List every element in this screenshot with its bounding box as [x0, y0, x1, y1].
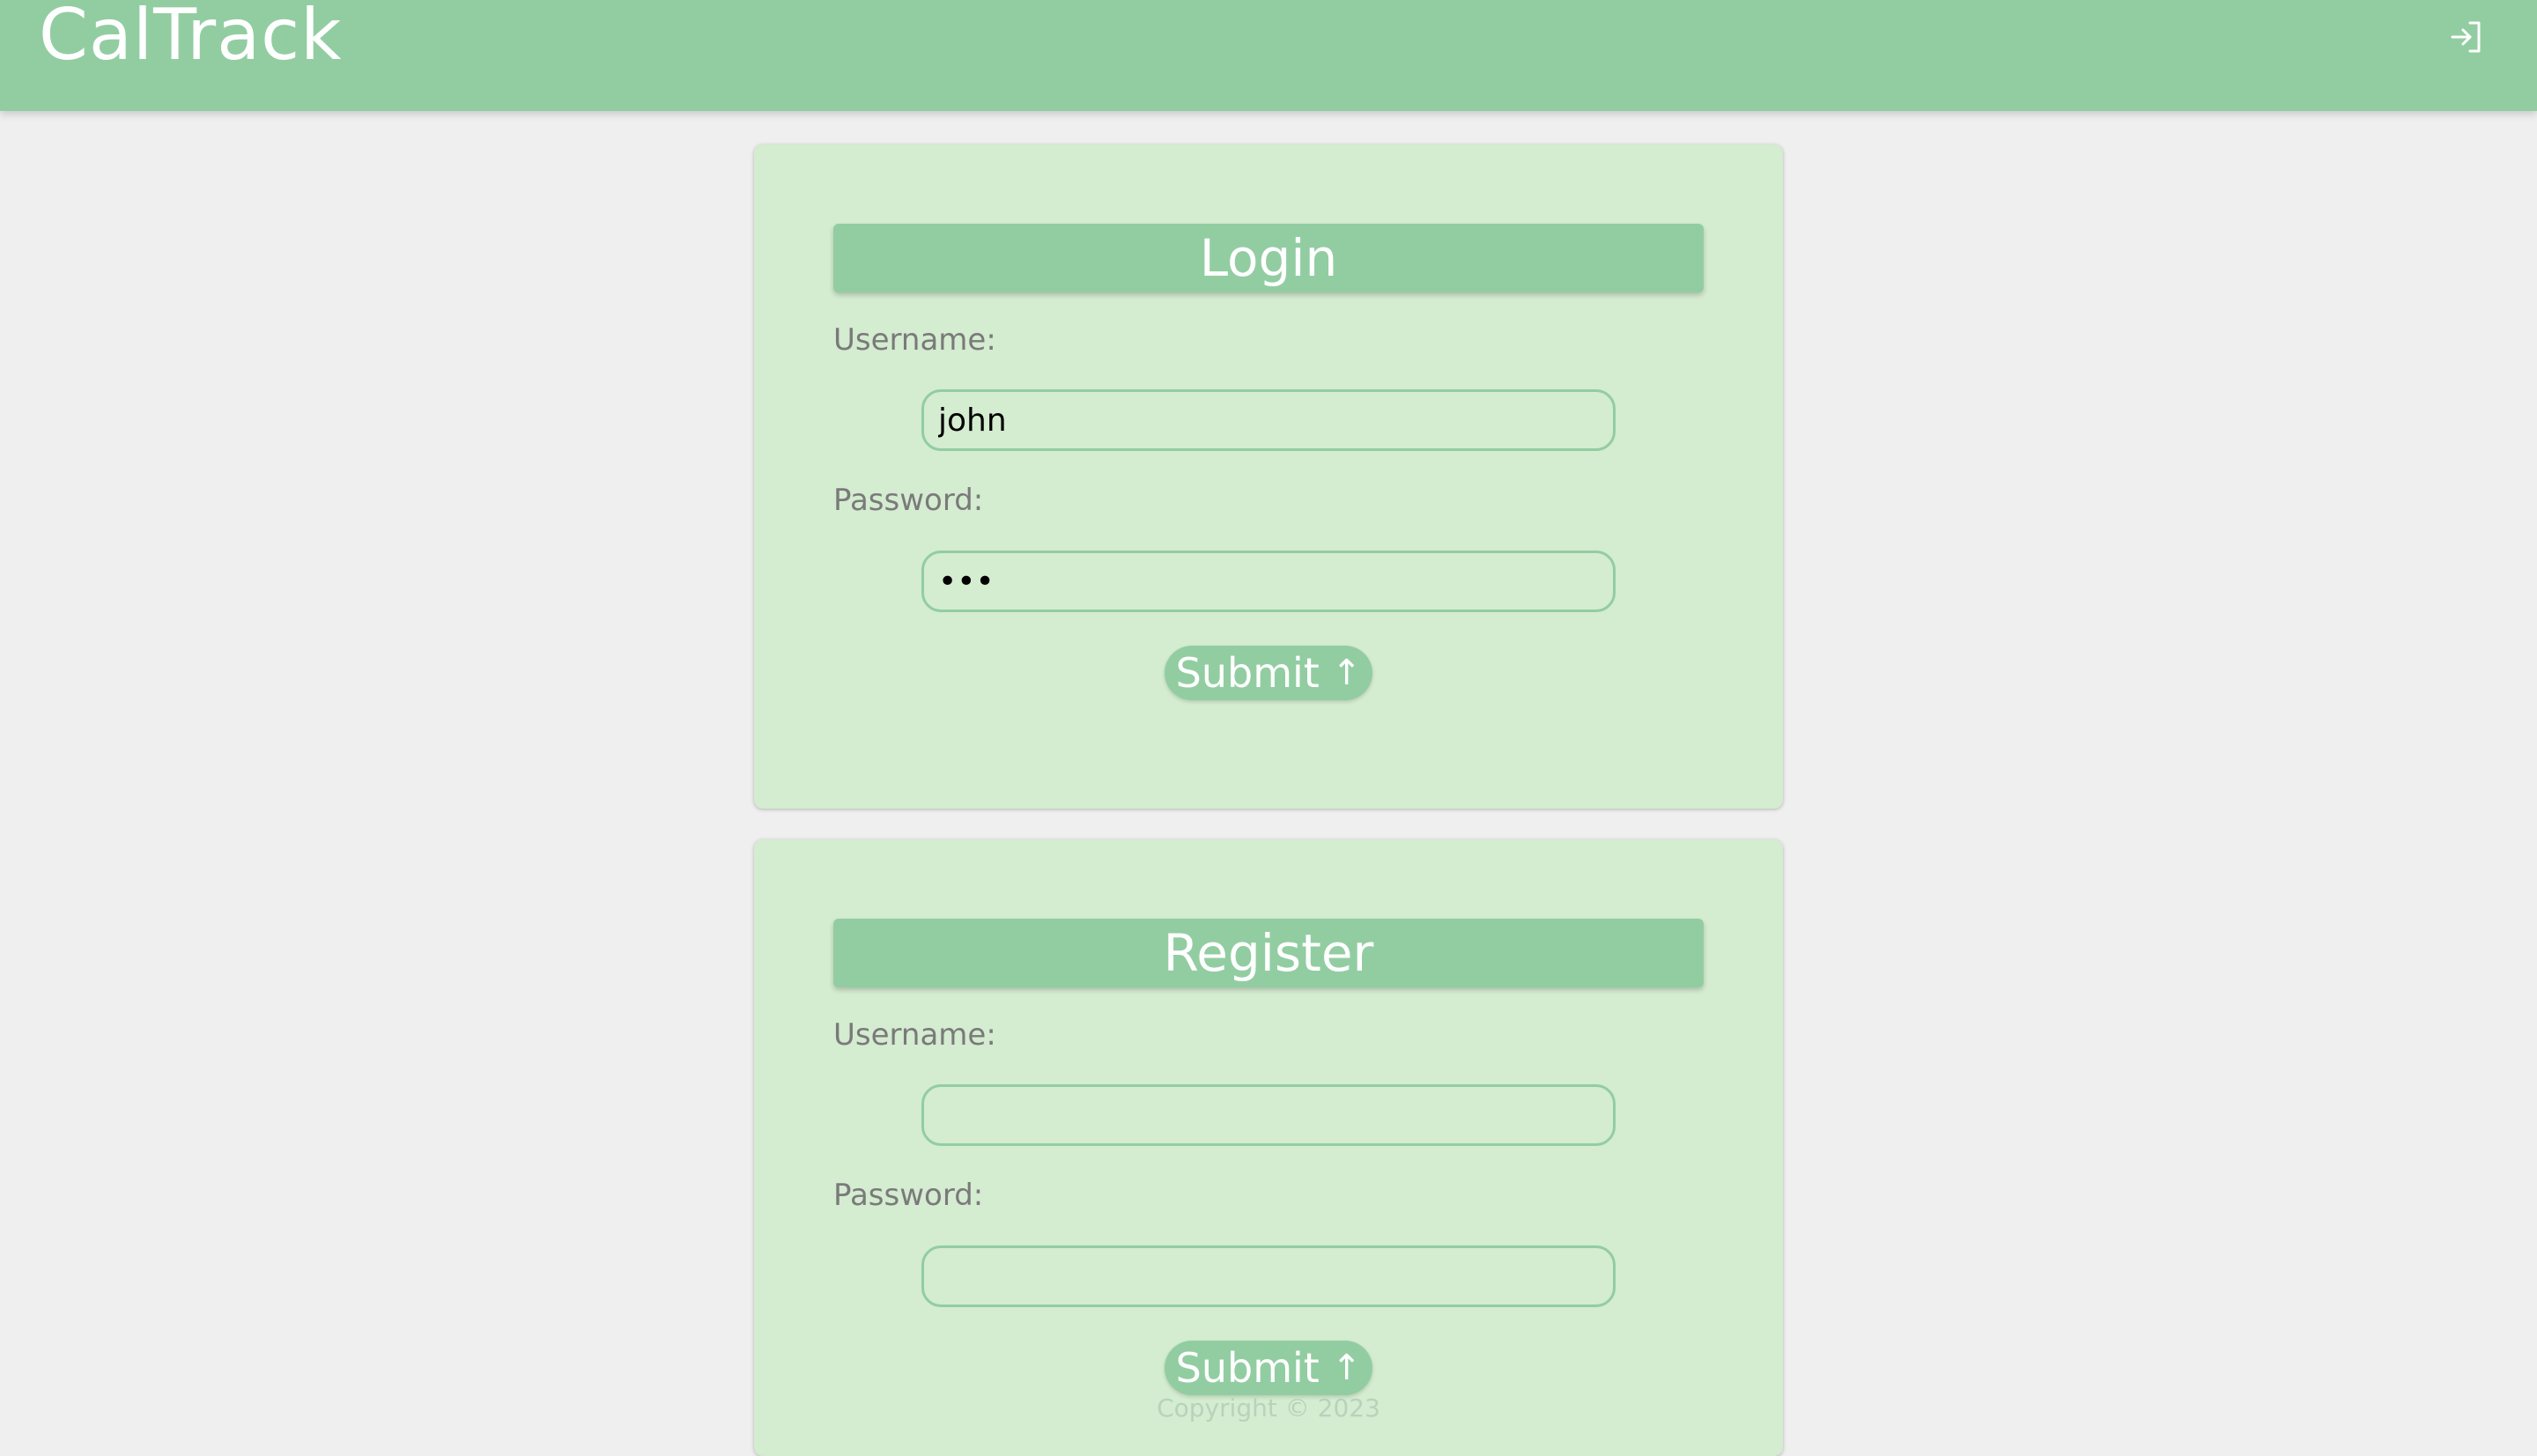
- submit-label: Submit: [1175, 1344, 1320, 1392]
- register-submit-button[interactable]: Submit ↑: [1165, 1341, 1372, 1395]
- top-navbar: CalTrack: [0, 0, 2537, 111]
- sign-in-icon[interactable]: [2447, 18, 2486, 56]
- arrow-up-icon: ↑: [1331, 1348, 1362, 1388]
- login-submit-button[interactable]: Submit ↑: [1165, 646, 1372, 700]
- register-password-label: Password:: [833, 1178, 984, 1213]
- app-title[interactable]: CalTrack: [39, 0, 342, 76]
- register-card: Register Username: Password: Submit ↑: [754, 839, 1783, 1456]
- login-card: Login Username: Password: Submit ↑: [754, 144, 1783, 809]
- login-password-label: Password:: [833, 483, 984, 518]
- register-password-input[interactable]: [921, 1245, 1616, 1307]
- login-title: Login: [833, 224, 1704, 292]
- login-username-input[interactable]: [921, 389, 1616, 451]
- register-username-input[interactable]: [921, 1084, 1616, 1146]
- copyright-footer: Copyright © 2023: [1157, 1393, 1380, 1423]
- register-title: Register: [833, 919, 1704, 987]
- login-username-label: Username:: [833, 322, 996, 358]
- register-username-label: Username:: [833, 1017, 996, 1053]
- login-password-input[interactable]: [921, 551, 1616, 612]
- submit-label: Submit: [1175, 649, 1320, 697]
- arrow-up-icon: ↑: [1331, 653, 1362, 693]
